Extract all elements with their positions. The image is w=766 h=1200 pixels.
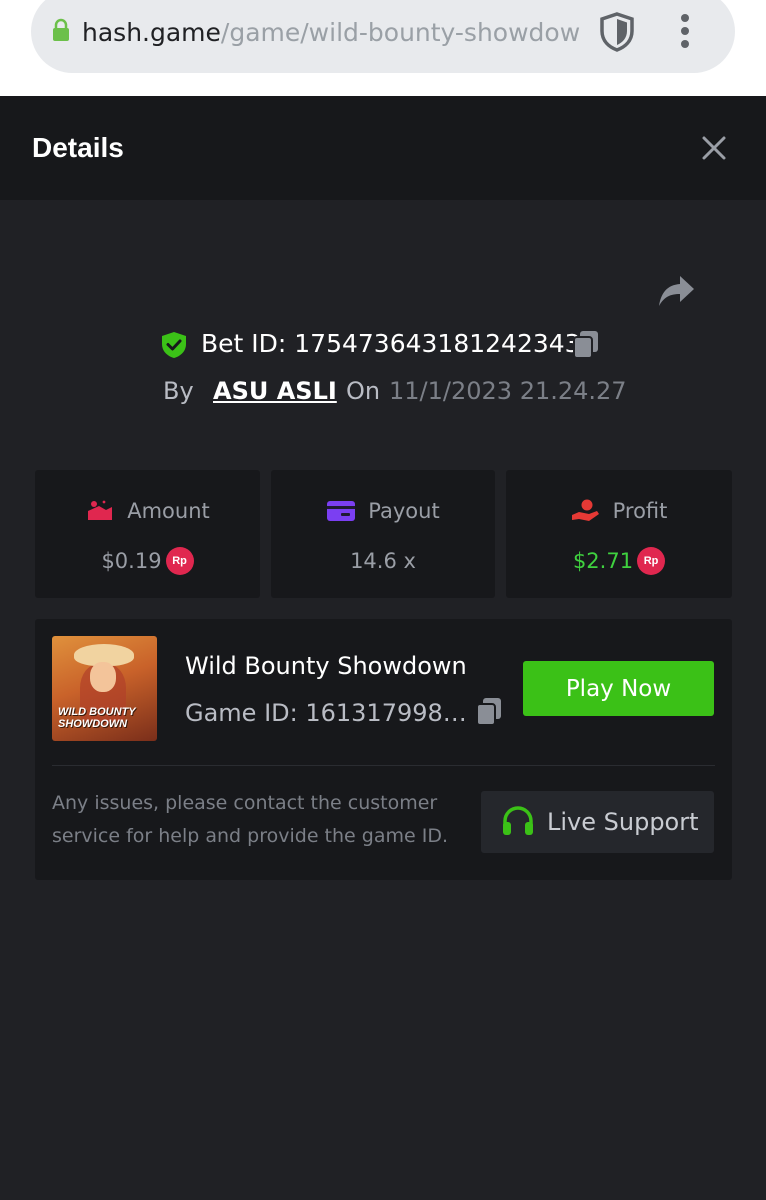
by-label: By bbox=[163, 377, 194, 405]
headset-icon bbox=[503, 806, 533, 835]
game-card: WILD BOUNTY SHOWDOWN Wild Bounty Showdow… bbox=[35, 619, 732, 880]
payout-label: Payout bbox=[368, 499, 440, 523]
copy-icon[interactable] bbox=[572, 330, 600, 360]
user-link[interactable]: ASU ASLI bbox=[213, 374, 337, 408]
copy-icon[interactable] bbox=[475, 697, 503, 727]
shield-icon[interactable] bbox=[598, 11, 636, 53]
amount-card: Amount $0.19 Rp bbox=[35, 470, 260, 598]
card-icon bbox=[327, 501, 356, 521]
live-support-label: Live Support bbox=[547, 808, 699, 836]
payout-card: Payout 14.6 x bbox=[271, 470, 495, 598]
close-icon[interactable] bbox=[700, 134, 728, 162]
on-label: On bbox=[346, 377, 381, 405]
profit-value: $2.71 bbox=[572, 549, 634, 573]
profit-card: Profit $2.71 Rp bbox=[506, 470, 732, 598]
support-note: Any issues, please contact the customer … bbox=[52, 792, 448, 847]
page-title: Details bbox=[32, 132, 124, 163]
payout-value: 14.6 x bbox=[350, 549, 416, 573]
bet-datetime: 11/1/2023 21.24.27 bbox=[389, 377, 627, 405]
game-thumbnail[interactable]: WILD BOUNTY SHOWDOWN bbox=[52, 636, 157, 741]
play-now-button[interactable]: Play Now bbox=[523, 661, 714, 716]
profit-hand-icon bbox=[571, 499, 599, 521]
amount-icon bbox=[88, 500, 113, 520]
bet-id: Bet ID: 1754736431812423431 bbox=[201, 329, 597, 358]
browser-menu-icon[interactable] bbox=[675, 14, 695, 50]
bet-id-row: Bet ID: 1754736431812423431 bbox=[0, 326, 766, 362]
currency-badge: Rp bbox=[637, 547, 666, 575]
divider bbox=[52, 765, 715, 766]
live-support-button[interactable]: Live Support bbox=[481, 791, 714, 853]
verified-shield-icon bbox=[162, 332, 186, 358]
amount-label: Amount bbox=[127, 499, 210, 523]
profit-label: Profit bbox=[612, 499, 668, 523]
url-domain: hash.game bbox=[82, 18, 221, 47]
url-text[interactable]: hash.game/game/wild-bounty-showdown-b bbox=[82, 16, 582, 50]
amount-value: $0.19 bbox=[101, 549, 162, 573]
url-path: /game/wild-bounty-showdown-b bbox=[220, 18, 582, 47]
game-name: Wild Bounty Showdown bbox=[185, 652, 467, 680]
bet-meta-row: By ASU ASLI On 11/1/2023 21.24.27 bbox=[0, 372, 766, 408]
game-id: Game ID: 16131799883... bbox=[185, 699, 475, 727]
modal-header: Details bbox=[0, 96, 766, 200]
browser-bar: hash.game/game/wild-bounty-showdown-b bbox=[0, 0, 766, 96]
thumbnail-title: WILD BOUNTY SHOWDOWN bbox=[58, 706, 136, 730]
currency-badge: Rp bbox=[165, 547, 194, 575]
share-icon[interactable] bbox=[656, 274, 696, 308]
lock-icon bbox=[53, 18, 69, 41]
